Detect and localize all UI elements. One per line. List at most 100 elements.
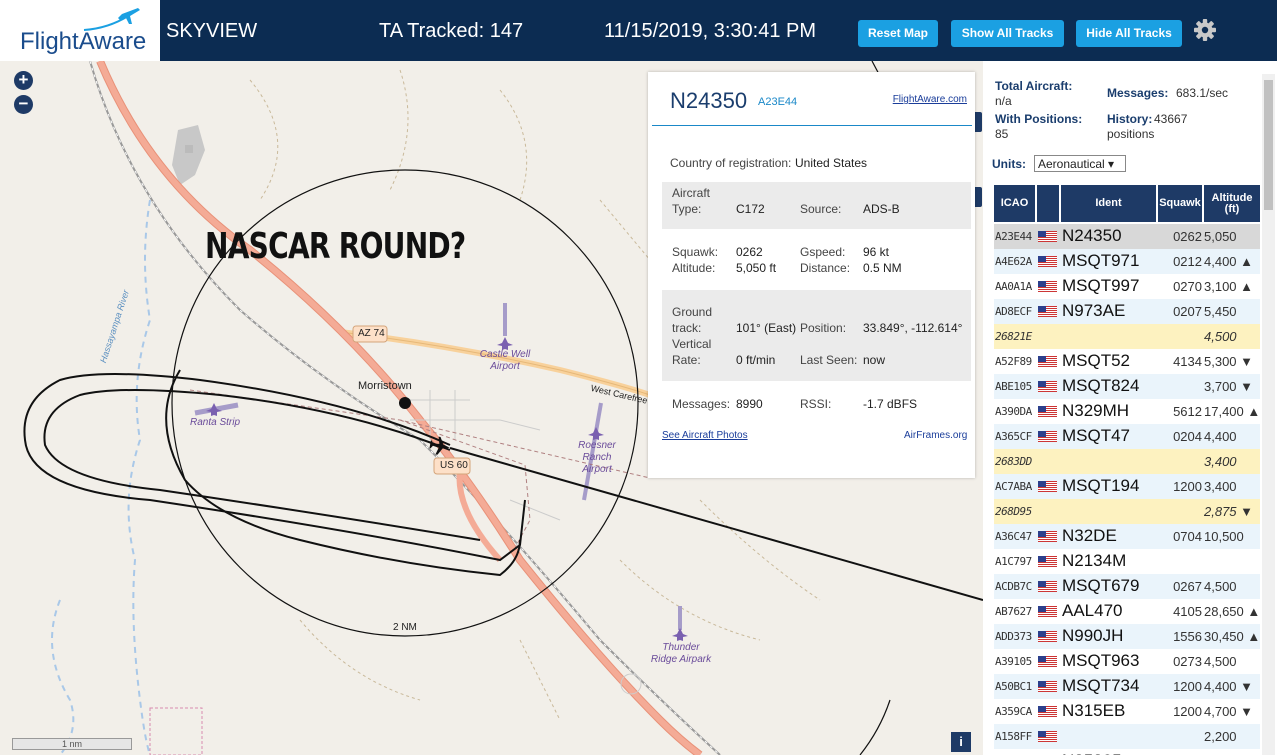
rssi-value: -1.7 dBFS bbox=[863, 397, 918, 411]
history-value: 43667 bbox=[1154, 112, 1188, 126]
town-label: Morristown bbox=[358, 380, 412, 392]
squawk-cell: 0212 bbox=[1173, 254, 1202, 269]
squawk-label: Squawk: bbox=[672, 245, 719, 259]
source-label: Source: bbox=[800, 202, 842, 216]
flightaware-logo[interactable]: FlightAware bbox=[0, 0, 160, 61]
total-aircraft-label: Total Aircraft: bbox=[995, 79, 1073, 93]
table-row[interactable]: 268D95 2,875 ▼ bbox=[994, 499, 1260, 524]
table-row[interactable]: 2683DD 3,400 bbox=[994, 449, 1260, 474]
table-row[interactable]: AC7ABA MSQT194 1200 3,400 bbox=[994, 474, 1260, 499]
units-select[interactable]: Aeronautical ▾ bbox=[1034, 155, 1126, 172]
table-row[interactable]: A390DA N329MH 5612 17,400 ▲ bbox=[994, 399, 1260, 424]
squawk-cell: 1200 bbox=[1173, 479, 1202, 494]
aircraft-photos-link[interactable]: See Aircraft Photos bbox=[662, 430, 748, 441]
altitude-cell: 28,650 ▲ bbox=[1204, 604, 1261, 619]
table-row[interactable]: AD8ECF N973AE 0207 5,450 bbox=[994, 299, 1260, 324]
table-row[interactable]: A1C797 N2134M bbox=[994, 549, 1260, 574]
icao-cell: 2683DD bbox=[995, 455, 1032, 468]
show-all-tracks-button[interactable]: Show All Tracks bbox=[951, 20, 1064, 47]
table-row[interactable]: ABE105 MSQT824 3,700 ▼ bbox=[994, 374, 1260, 399]
table-row[interactable]: AB7627 AAL470 4105 28,650 ▲ bbox=[994, 599, 1260, 624]
total-aircraft-value: n/a bbox=[995, 94, 1012, 108]
altitude-cell: 4,400 bbox=[1204, 429, 1237, 444]
altitude-cell: 17,400 ▲ bbox=[1204, 404, 1261, 419]
col-squawk[interactable]: Squawk bbox=[1158, 185, 1202, 222]
scale-bar: 1 nm bbox=[12, 738, 132, 750]
altitude-cell: 4,500 bbox=[1204, 329, 1237, 344]
hide-all-tracks-button[interactable]: Hide All Tracks bbox=[1076, 20, 1182, 47]
popup-divider bbox=[652, 125, 972, 126]
altitude-cell: 5,450 bbox=[1204, 304, 1237, 319]
aircraft-info-popup: N24350 A23E44 FlightAware.com Country of… bbox=[648, 72, 975, 478]
table-row[interactable]: A3F2AEN3532512006,200 ▲ bbox=[994, 749, 1260, 755]
airframes-link[interactable]: AirFrames.org bbox=[904, 430, 967, 441]
us-flag-icon bbox=[1038, 381, 1057, 392]
track-label-2: track: bbox=[672, 321, 702, 335]
altitude-cell: 4,700 ▼ bbox=[1204, 704, 1254, 719]
aircraft-type-label-1: Aircraft bbox=[672, 186, 711, 200]
altitude-cell: 5,050 bbox=[1204, 229, 1237, 244]
squawk-cell: 0273 bbox=[1173, 654, 1202, 669]
source-value: ADS-B bbox=[863, 202, 900, 216]
info-icon[interactable]: i bbox=[951, 732, 971, 752]
airport-name-line: Ranch bbox=[582, 452, 612, 463]
scrollbar-thumb[interactable] bbox=[1264, 80, 1273, 210]
ident-cell: MSQT971 bbox=[1062, 251, 1140, 270]
popup-hex: A23E44 bbox=[758, 96, 798, 108]
squawk-cell: 1200 bbox=[1173, 704, 1202, 719]
us-flag-icon bbox=[1038, 431, 1057, 442]
table-row[interactable]: A359CA N315EB 1200 4,700 ▼ bbox=[994, 699, 1260, 724]
ident-cell: N973AE bbox=[1062, 301, 1126, 320]
icao-cell: AA0A1A bbox=[995, 280, 1032, 293]
airport-name-line: Castle Well bbox=[479, 349, 531, 360]
squawk-value: 0262 bbox=[736, 245, 763, 259]
flightaware-link[interactable]: FlightAware.com bbox=[893, 94, 967, 105]
table-row[interactable]: AA0A1A MSQT997 0270 3,100 ▲ bbox=[994, 274, 1260, 299]
col-altitude[interactable]: Altitude (ft) bbox=[1204, 185, 1260, 222]
icao-cell: A390DA bbox=[995, 405, 1032, 418]
airport-name-line: Thunder bbox=[662, 642, 700, 653]
popup-ident: N24350 bbox=[670, 88, 748, 113]
app-title: SKYVIEW bbox=[166, 20, 258, 42]
gear-icon[interactable] bbox=[1194, 19, 1216, 41]
us-flag-icon bbox=[1038, 631, 1057, 642]
table-row[interactable]: 26821E 4,500 bbox=[994, 324, 1260, 349]
table-row[interactable]: A50BC1 MSQT734 1200 4,400 ▼ bbox=[994, 674, 1260, 699]
table-row[interactable]: A4E62A MSQT971 0212 4,400 ▲ bbox=[994, 249, 1260, 274]
icao-cell: A52F89 bbox=[995, 355, 1032, 368]
col-flag[interactable] bbox=[1037, 185, 1059, 222]
ranta-strip-label: Ranta Strip bbox=[183, 417, 247, 429]
zoom-in-button[interactable]: + bbox=[14, 71, 33, 90]
icao-cell: A36C47 bbox=[995, 530, 1032, 543]
table-row[interactable]: ACDB7C MSQT679 0267 4,500 bbox=[994, 574, 1260, 599]
track-label-1: Ground bbox=[672, 305, 713, 319]
table-row[interactable]: ADD373 N990JH 1556 30,450 ▲ bbox=[994, 624, 1260, 649]
vrate-label-2: Rate: bbox=[672, 353, 701, 367]
icao-cell: 268D95 bbox=[995, 505, 1032, 518]
table-row[interactable]: A36C47 N32DE 0704 10,500 bbox=[994, 524, 1260, 549]
reset-map-button[interactable]: Reset Map bbox=[858, 20, 938, 47]
us-flag-icon bbox=[1038, 281, 1057, 292]
gspeed-label: Gspeed: bbox=[800, 245, 846, 259]
col-icao[interactable]: ICAO bbox=[994, 185, 1035, 222]
distance-value: 0.5 NM bbox=[863, 261, 902, 275]
messages-rate-label: Messages: bbox=[1107, 86, 1169, 100]
panel-scrollbar[interactable] bbox=[1262, 74, 1275, 755]
zoom-out-button[interactable]: − bbox=[14, 95, 33, 114]
annotation-text: NASCAR ROUND? bbox=[205, 226, 466, 267]
us-flag-icon bbox=[1038, 681, 1057, 692]
table-row[interactable]: A23E44 N24350 0262 5,050 bbox=[994, 224, 1260, 249]
col-ident[interactable]: Ident bbox=[1061, 185, 1156, 222]
altitude-cell: 10,500 bbox=[1204, 529, 1244, 544]
highway-az74-label: AZ 74 bbox=[358, 328, 385, 339]
table-row[interactable]: A39105 MSQT963 0273 4,500 bbox=[994, 649, 1260, 674]
table-row[interactable]: A52F89 MSQT52 4134 5,300 ▼ bbox=[994, 349, 1260, 374]
position-value: 33.849°, -112.614° bbox=[863, 321, 963, 335]
squawk-cell: 4134 bbox=[1173, 354, 1202, 369]
table-row[interactable]: A158FF 2,200 bbox=[994, 724, 1260, 749]
icao-cell: ADD373 bbox=[995, 630, 1032, 643]
table-row[interactable]: A365CF MSQT47 0204 4,400 bbox=[994, 424, 1260, 449]
us-flag-icon bbox=[1038, 606, 1057, 617]
us-flag-icon bbox=[1038, 531, 1057, 542]
us-flag-icon bbox=[1038, 656, 1057, 667]
